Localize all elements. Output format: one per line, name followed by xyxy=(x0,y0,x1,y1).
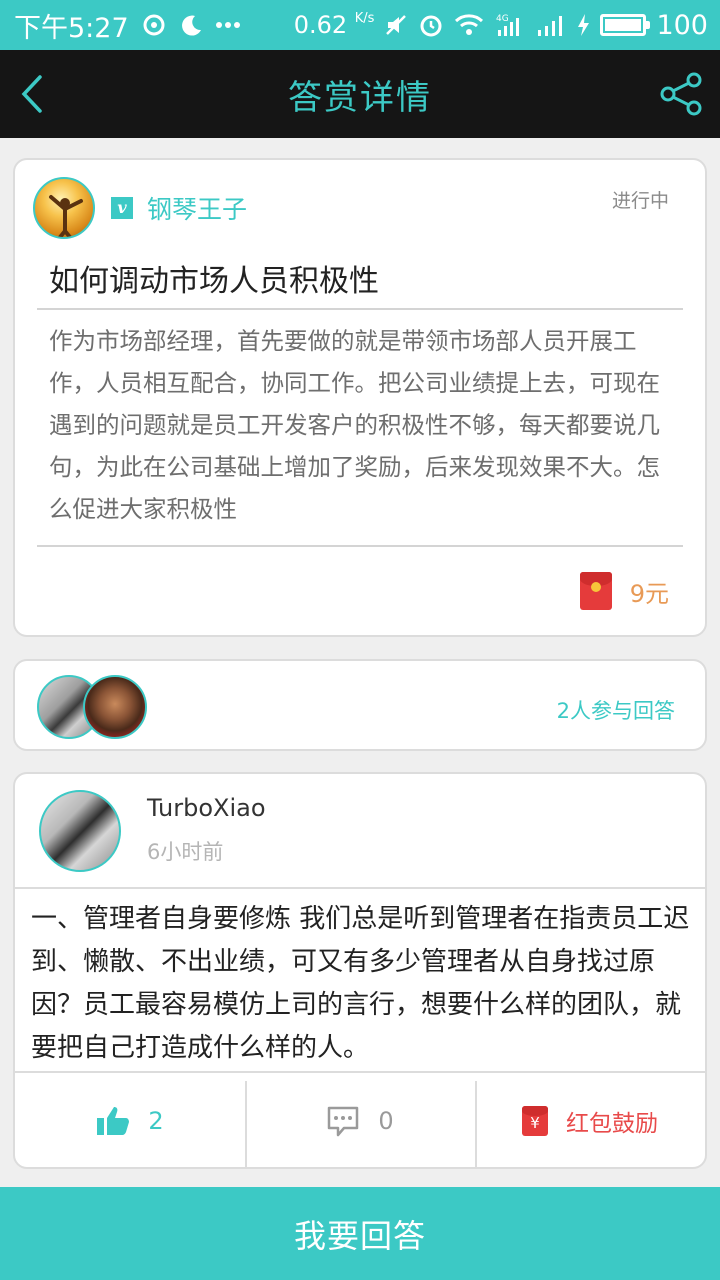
thumbs-up-icon xyxy=(97,1107,130,1135)
battery-icon xyxy=(600,14,651,36)
divider xyxy=(37,545,683,547)
moon-icon xyxy=(179,13,203,37)
verified-badge: v xyxy=(111,197,133,219)
asker-username[interactable]: 钢琴王子 xyxy=(147,190,247,226)
answerer-username[interactable]: TurboXiao xyxy=(147,794,266,822)
reward-amount: 9元 xyxy=(629,579,669,608)
sync-icon xyxy=(141,12,167,38)
participant-count[interactable]: 2人参与回答 xyxy=(557,695,675,725)
answer-actions: 2 0 ¥ 红包鼓励 xyxy=(15,1073,705,1167)
answer-button[interactable]: 我要回答 xyxy=(0,1187,720,1280)
red-envelope-reward-button[interactable]: ¥ 红包鼓励 xyxy=(475,1073,705,1167)
chevron-left-icon xyxy=(21,75,42,113)
battery-level: 100 xyxy=(656,9,708,41)
question-title: 如何调动市场人员积极性 xyxy=(49,264,379,299)
status-bar: 下午5:27 0.62 K/s 4G 100 xyxy=(0,0,720,50)
red-envelope-icon xyxy=(579,572,612,610)
participant-avatars xyxy=(37,675,157,739)
page-title: 答赏详情 xyxy=(288,77,432,118)
signal-4g-icon: 4G xyxy=(494,12,526,38)
svg-text:4G: 4G xyxy=(496,14,509,24)
answer-body[interactable]: 一、管理者自身要修炼 我们总是听到管理者在指责员工迟到、懒散、不出业绩，可又有多… xyxy=(31,898,693,1070)
signal-icon xyxy=(536,13,566,37)
question-card: v 钢琴王子 进行中 如何调动市场人员积极性 作为市场部经理，首先要做的就是带领… xyxy=(13,158,707,637)
comment-count: 0 xyxy=(378,1107,394,1135)
reward-info: 9元 xyxy=(579,572,669,610)
share-icon xyxy=(660,72,702,116)
red-envelope-label: 红包鼓励 xyxy=(566,1111,658,1137)
asker-avatar[interactable] xyxy=(33,177,95,239)
question-status: 进行中 xyxy=(611,190,669,212)
answer-card: TurboXiao 6小时前 一、管理者自身要修炼 我们总是听到管理者在指责员工… xyxy=(13,772,707,1169)
more-icon xyxy=(215,21,241,29)
comment-button[interactable]: 0 xyxy=(245,1073,475,1167)
comment-icon xyxy=(328,1106,359,1137)
red-envelope-icon: ¥ xyxy=(522,1106,548,1136)
status-time: 下午5:27 xyxy=(14,12,129,44)
like-count: 2 xyxy=(148,1107,164,1135)
like-button[interactable]: 2 xyxy=(15,1073,245,1167)
network-speed: 0.62 K/s xyxy=(293,11,375,39)
participants-card[interactable]: 2人参与回答 xyxy=(13,659,707,751)
divider xyxy=(15,887,705,889)
answer-timestamp: 6小时前 xyxy=(147,840,224,864)
mute-icon xyxy=(384,13,408,37)
charging-icon xyxy=(576,13,590,37)
wifi-icon xyxy=(454,13,484,37)
participant-avatar xyxy=(83,675,147,739)
divider xyxy=(37,308,683,310)
top-navbar: 答赏详情 xyxy=(0,50,720,138)
back-button[interactable] xyxy=(12,70,52,118)
question-body: 作为市场部经理，首先要做的就是带领市场部人员开展工作，人员相互配合，协同工作。把… xyxy=(49,327,660,523)
alarm-icon xyxy=(418,12,444,38)
share-button[interactable] xyxy=(656,68,708,120)
answerer-avatar[interactable] xyxy=(39,790,121,872)
